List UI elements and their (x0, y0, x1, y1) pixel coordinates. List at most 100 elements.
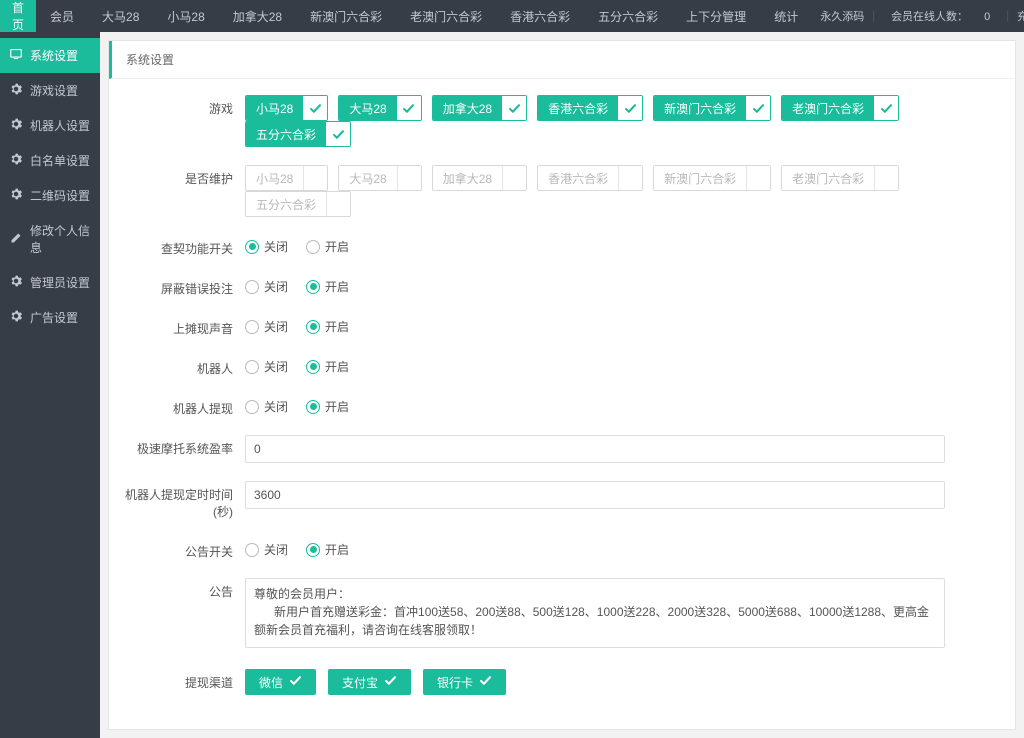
timer-input[interactable] (245, 481, 945, 509)
pay-channel-button[interactable]: 支付宝 (328, 669, 411, 695)
sidebar-item[interactable]: 广告设置 (0, 300, 100, 335)
panel-title: 系统设置 (109, 41, 1015, 79)
sidebar-item-label: 广告设置 (30, 309, 78, 326)
recharge-link[interactable]: 充值 (1009, 8, 1024, 24)
perm-code[interactable]: 永久添码 (812, 8, 872, 24)
game-tag-label: 加拿大28 (433, 96, 502, 120)
game-tag-label: 香港六合彩 (538, 96, 618, 120)
sidebar-item[interactable]: 白名单设置 (0, 143, 100, 178)
game-tag[interactable]: 小马28 (245, 165, 328, 191)
game-tag-label: 新澳门六合彩 (654, 96, 746, 120)
check-icon (874, 96, 898, 120)
check-icon (479, 674, 492, 690)
game-tag[interactable]: 新澳门六合彩 (653, 95, 771, 121)
radio-option[interactable]: 关闭 (245, 278, 288, 295)
check-icon (303, 96, 327, 120)
pay-channel-button[interactable]: 银行卡 (423, 669, 506, 695)
check-icon (397, 166, 421, 190)
game-tag[interactable]: 五分六合彩 (245, 191, 351, 217)
sidebar-item[interactable]: 系统设置 (0, 38, 100, 73)
radio-option[interactable]: 关闭 (245, 398, 288, 415)
nav-item[interactable]: 新澳门六合彩 (296, 0, 396, 32)
sidebar-item[interactable]: 机器人设置 (0, 108, 100, 143)
game-tag[interactable]: 大马28 (338, 165, 421, 191)
sidebar: 系统设置游戏设置机器人设置白名单设置二维码设置修改个人信息管理员设置广告设置 (0, 32, 100, 738)
radio-icon (245, 543, 259, 557)
game-tag-label: 新澳门六合彩 (654, 166, 746, 190)
sidebar-item-label: 游戏设置 (30, 82, 78, 99)
game-tag[interactable]: 香港六合彩 (537, 165, 643, 191)
check-icon (289, 674, 302, 690)
game-tag-label: 老澳门六合彩 (782, 96, 874, 120)
nav-home[interactable]: 首页 (0, 0, 36, 32)
radio-icon (306, 240, 320, 254)
gear-icon (10, 83, 22, 98)
radio-option[interactable]: 开启 (306, 398, 349, 415)
game-tag-label: 大马28 (339, 96, 396, 120)
notice-label: 公告 (125, 578, 245, 600)
radio-icon (306, 400, 320, 414)
radio-icon (245, 320, 259, 334)
radio-option[interactable]: 开启 (306, 541, 349, 558)
check-icon (397, 96, 421, 120)
robot-label: 机器人 (125, 355, 245, 377)
settings-panel: 系统设置 游戏 小马28大马28加拿大28香港六合彩新澳门六合彩老澳门六合彩五分… (108, 40, 1016, 730)
radio-label: 开启 (325, 238, 349, 255)
game-tag[interactable]: 小马28 (245, 95, 328, 121)
radio-label: 关闭 (264, 318, 288, 335)
game-tag[interactable]: 加拿大28 (432, 165, 527, 191)
radio-option[interactable]: 关闭 (245, 541, 288, 558)
radio-label: 开启 (325, 358, 349, 375)
radio-option[interactable]: 开启 (306, 358, 349, 375)
game-tag[interactable]: 加拿大28 (432, 95, 527, 121)
notice-textarea[interactable] (245, 578, 945, 648)
speed-input[interactable] (245, 435, 945, 463)
sidebar-item[interactable]: 管理员设置 (0, 265, 100, 300)
radio-icon (245, 400, 259, 414)
game-tag[interactable]: 五分六合彩 (245, 121, 351, 147)
nav-item[interactable]: 小马28 (153, 0, 218, 32)
game-tag[interactable]: 老澳门六合彩 (781, 165, 899, 191)
nav-item[interactable]: 加拿大28 (219, 0, 296, 32)
game-tag-label: 小马28 (246, 166, 303, 190)
sidebar-item[interactable]: 修改个人信息 (0, 213, 100, 265)
radio-icon (245, 360, 259, 374)
radio-option[interactable]: 关闭 (245, 238, 288, 255)
topbar: 首页 会员大马28小马28加拿大28新澳门六合彩老澳门六合彩香港六合彩五分六合彩… (0, 0, 1024, 32)
nav-item[interactable]: 上下分管理 (672, 0, 760, 32)
gear-icon (10, 118, 22, 133)
pay-label: 提现渠道 (125, 669, 245, 691)
nav-item[interactable]: 会员 (36, 0, 88, 32)
nav-item[interactable]: 统计 (760, 0, 812, 32)
pay-label: 支付宝 (342, 674, 378, 691)
sidebar-item[interactable]: 游戏设置 (0, 73, 100, 108)
radio-label: 开启 (325, 278, 349, 295)
game-tag[interactable]: 大马28 (338, 95, 421, 121)
radio-option[interactable]: 开启 (306, 238, 349, 255)
pay-channel-button[interactable]: 微信 (245, 669, 316, 695)
game-tag-label: 加拿大28 (433, 166, 502, 190)
game-tag[interactable]: 老澳门六合彩 (781, 95, 899, 121)
nav-item[interactable]: 老澳门六合彩 (396, 0, 496, 32)
gear-icon (10, 275, 22, 290)
game-tag[interactable]: 香港六合彩 (537, 95, 643, 121)
radio-option[interactable]: 关闭 (245, 358, 288, 375)
check-icon (303, 166, 327, 190)
gear-icon (10, 188, 22, 203)
game-tag[interactable]: 新澳门六合彩 (653, 165, 771, 191)
radio-label: 关闭 (264, 398, 288, 415)
nav-item[interactable]: 五分六合彩 (584, 0, 672, 32)
radio-icon (306, 280, 320, 294)
radio-icon (245, 280, 259, 294)
check-icon (746, 96, 770, 120)
nav-item[interactable]: 大马28 (88, 0, 153, 32)
radio-option[interactable]: 关闭 (245, 318, 288, 335)
radio-option[interactable]: 开启 (306, 278, 349, 295)
sidebar-item-label: 管理员设置 (30, 274, 90, 291)
speed-label: 极速摩托系统盈率 (125, 435, 245, 457)
check-icon (502, 96, 526, 120)
nav-item[interactable]: 香港六合彩 (496, 0, 584, 32)
radio-option[interactable]: 开启 (306, 318, 349, 335)
sidebar-item[interactable]: 二维码设置 (0, 178, 100, 213)
radio-label: 关闭 (264, 541, 288, 558)
